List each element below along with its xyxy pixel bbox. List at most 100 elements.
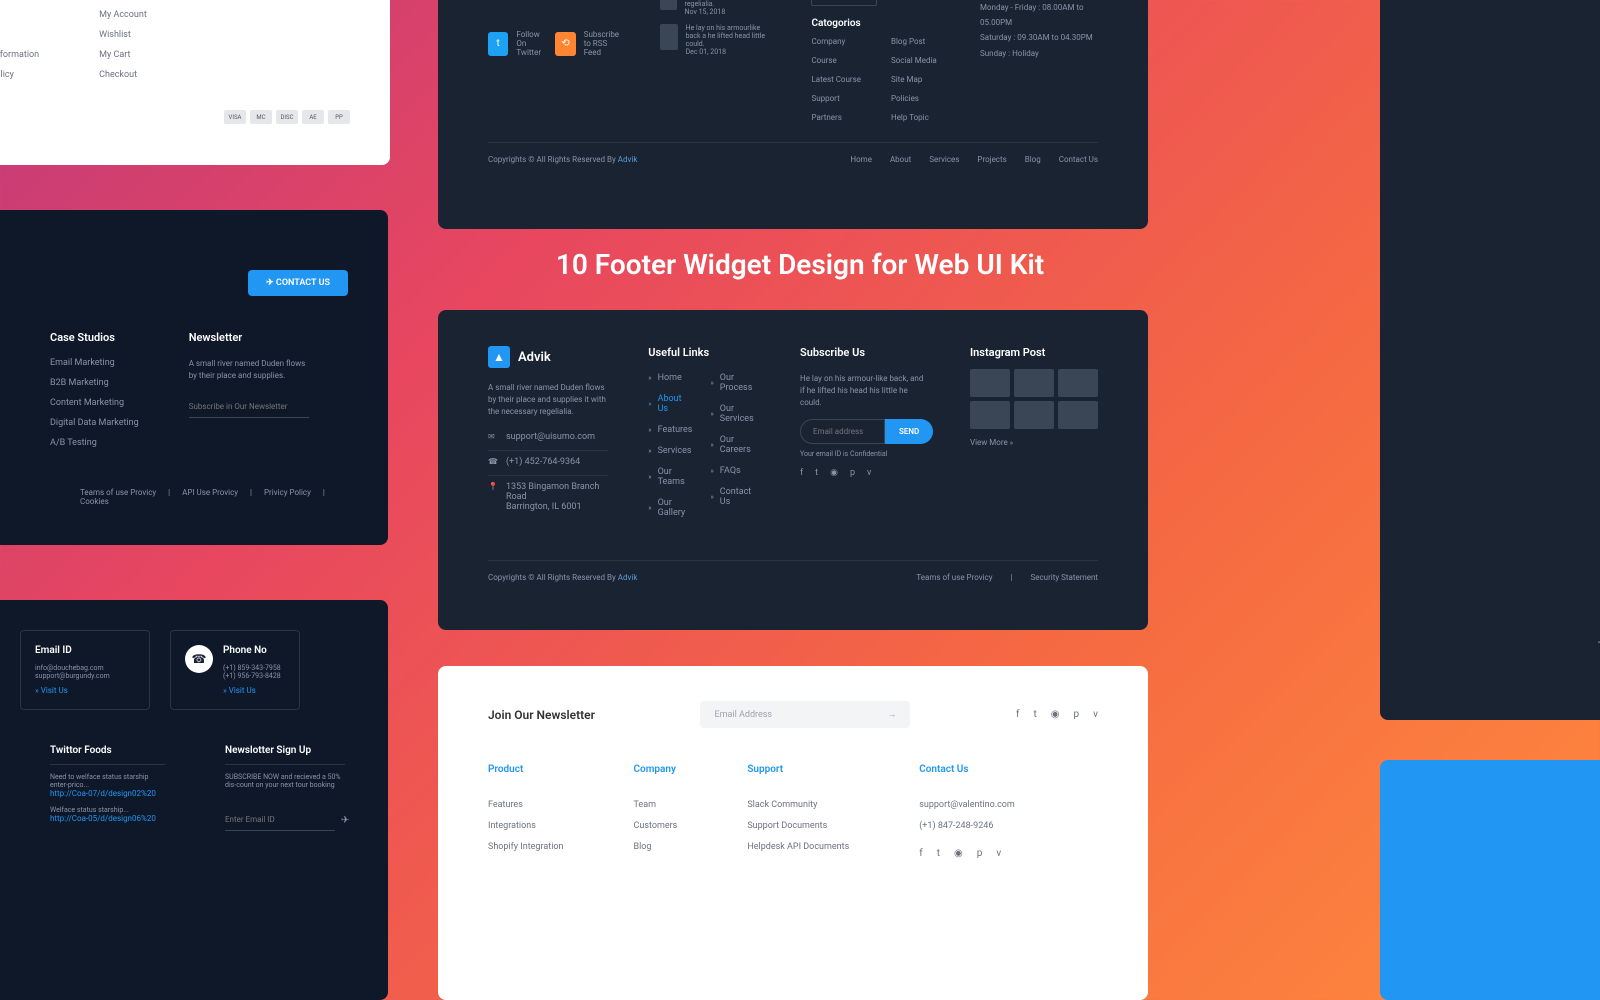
facebook-icon[interactable]: f <box>1595 640 1600 650</box>
cat-link[interactable]: Partners <box>811 113 861 122</box>
bot-link[interactable]: API Use Provicy <box>182 488 238 497</box>
visit-link[interactable]: » Visit Us <box>35 686 135 695</box>
nav-link[interactable]: About <box>890 155 911 164</box>
link[interactable]: Delivary Information <box>0 50 39 60</box>
ul-link[interactable]: »Features <box>648 425 692 435</box>
visit-link[interactable]: » Visit Us <box>223 686 281 695</box>
send-button[interactable]: SEND <box>885 419 933 444</box>
newsletter-input[interactable] <box>189 396 309 418</box>
twitter-icon[interactable]: t <box>488 32 508 56</box>
ul-link[interactable]: »Services <box>648 446 692 456</box>
vimeo-icon[interactable]: v <box>1093 709 1098 720</box>
nav-link[interactable]: Services <box>929 155 959 164</box>
ig-thumb[interactable] <box>970 401 1010 429</box>
pinterest-icon[interactable]: p <box>1074 709 1080 720</box>
link[interactable]: My Cart <box>99 50 147 60</box>
case-link[interactable]: Email Marketing <box>50 358 139 368</box>
contact-email[interactable]: support@valentino.com <box>919 800 1015 810</box>
ig-thumb[interactable] <box>970 369 1010 397</box>
newsletter-input-box[interactable]: Email Address → <box>700 701 910 728</box>
bot-link[interactable]: Teams of use Provicy <box>80 488 156 497</box>
email-input[interactable] <box>225 809 335 831</box>
facebook-icon[interactable]: f <box>800 468 803 478</box>
cat-link[interactable]: Course <box>811 56 861 65</box>
bot-link[interactable]: Security Statement <box>1030 573 1098 582</box>
twitter-icon[interactable]: t <box>815 468 818 478</box>
cat-link[interactable]: Blog Post <box>891 37 937 46</box>
tweet-link[interactable]: http://Coa-05/d/design06%20 <box>50 814 165 823</box>
nav-link[interactable]: Home <box>850 155 872 164</box>
contact-phone[interactable]: (+1) 847-248-9246 <box>919 821 1015 831</box>
dribbble-icon[interactable]: ◉ <box>830 468 838 478</box>
ul-link[interactable]: »Our Services <box>711 404 760 424</box>
cat-link[interactable]: Help Topic <box>891 113 937 122</box>
ul-link-active[interactable]: »About Us <box>648 394 692 414</box>
ul-link[interactable]: »Our Process <box>711 373 760 393</box>
link[interactable]: Privacy Policy <box>0 70 39 80</box>
email-input[interactable] <box>800 419 885 444</box>
cat-link[interactable]: Company <box>811 37 861 46</box>
rss-icon[interactable]: ⟲ <box>555 32 575 56</box>
ig-thumb[interactable] <box>1058 369 1098 397</box>
link[interactable]: Helpdesk API Documents <box>747 842 849 852</box>
nav-link[interactable]: Contact Us <box>1059 155 1098 164</box>
link[interactable]: Shopify Integration <box>488 842 564 852</box>
ig-thumb[interactable] <box>1014 369 1054 397</box>
link[interactable]: Team <box>634 800 678 810</box>
link[interactable]: Wishlist <box>99 30 147 40</box>
link[interactable]: Slack Community <box>747 800 849 810</box>
vimeo-icon[interactable]: v <box>867 468 871 478</box>
link[interactable]: Blog <box>634 842 678 852</box>
link[interactable]: Support Documents <box>747 821 849 831</box>
pinterest-icon[interactable]: p <box>850 468 855 478</box>
brand-link[interactable]: Advik <box>618 155 638 164</box>
dribbble-icon[interactable]: ◉ <box>954 848 963 859</box>
case-link[interactable]: Digital Data Marketing <box>50 418 139 428</box>
cat-link[interactable]: Latest Course <box>811 75 861 84</box>
bot-link[interactable]: Teams of use Provicy <box>916 573 992 582</box>
case-link[interactable]: Content Marketing <box>50 398 139 408</box>
ig-thumb[interactable] <box>1014 401 1054 429</box>
link[interactable]: Careers <box>0 30 39 40</box>
cat-link[interactable]: Site Map <box>891 75 937 84</box>
bot-link[interactable]: Cookies <box>80 497 109 506</box>
facebook-icon[interactable]: f <box>919 848 922 859</box>
ul-link[interactable]: »Our Gallery <box>648 498 692 518</box>
cat-link[interactable]: Social Media <box>891 56 937 65</box>
cat-link[interactable]: Support <box>811 94 861 103</box>
email-card: Email ID info@douchebag.com support@burg… <box>20 630 150 710</box>
dribbble-icon[interactable]: ◉ <box>1051 709 1060 720</box>
nav-link[interactable]: Projects <box>977 155 1006 164</box>
facebook-icon[interactable]: f <box>1016 709 1019 720</box>
brand-link[interactable]: Advik <box>618 573 638 582</box>
vimeo-icon[interactable]: v <box>996 848 1001 859</box>
link[interactable]: Integrations <box>488 821 564 831</box>
case-link[interactable]: B2B Marketing <box>50 378 139 388</box>
twitter-icon[interactable]: t <box>1034 709 1037 720</box>
discover-icon: DISC <box>276 110 298 124</box>
cat-link[interactable]: Policies <box>891 94 937 103</box>
ul-link[interactable]: »Our Teams <box>648 467 692 487</box>
link[interactable]: My Account <box>99 10 147 20</box>
pinterest-icon[interactable]: p <box>977 848 983 859</box>
tweet-link[interactable]: http://Coa-07/d/design02%20 <box>50 789 165 798</box>
col-account: My Account Wishlist My Cart Checkout <box>99 10 147 80</box>
send-icon[interactable]: ✈ <box>341 815 349 826</box>
brand-desc: A small river named Duden flows by their… <box>488 382 608 418</box>
link[interactable]: Customers <box>634 821 678 831</box>
nav-link[interactable]: Blog <box>1025 155 1041 164</box>
ul-link[interactable]: »Our Careers <box>711 435 760 455</box>
link[interactable]: About Us <box>0 10 39 20</box>
ul-link[interactable]: »FAQs <box>711 466 760 476</box>
ul-link[interactable]: »Contact Us <box>711 487 760 507</box>
contact-button[interactable]: ✈ CONTACT US <box>248 270 348 296</box>
case-link[interactable]: A/B Testing <box>50 438 139 448</box>
link[interactable]: Checkout <box>99 70 147 80</box>
link[interactable]: Features <box>488 800 564 810</box>
bot-link[interactable]: Privicy Policy <box>264 488 311 497</box>
twitter-icon[interactable]: t <box>937 848 940 859</box>
tag[interactable]: Communication <box>811 0 877 6</box>
ul-link[interactable]: »Home <box>648 373 692 383</box>
ig-thumb[interactable] <box>1058 401 1098 429</box>
view-more-link[interactable]: View More <box>970 438 1008 447</box>
